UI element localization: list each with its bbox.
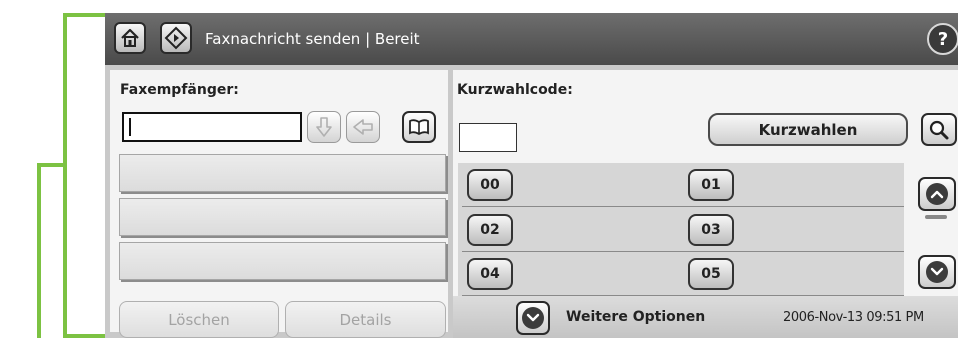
fax-recipient-label: Faxempfänger: xyxy=(120,82,239,98)
details-button[interactable]: Details xyxy=(285,301,446,338)
scroll-up-icon xyxy=(926,183,948,205)
move-left-button[interactable] xyxy=(346,111,380,143)
scrollbar-thumb[interactable] xyxy=(925,215,947,219)
recipient-row-3[interactable] xyxy=(119,242,446,280)
details-button-label: Details xyxy=(339,310,392,329)
delete-button-label: Löschen xyxy=(168,310,230,329)
search-button[interactable] xyxy=(921,113,957,146)
callout-line-secondary-top xyxy=(37,163,65,167)
recipient-row-2[interactable] xyxy=(119,198,446,236)
row-divider xyxy=(462,206,904,207)
scroll-down-button[interactable] xyxy=(918,255,956,289)
callout-line-secondary xyxy=(37,163,41,338)
fax-recipient-panel: Faxempfänger: Löschen Details xyxy=(110,70,448,338)
scroll-down-icon xyxy=(926,261,948,283)
callout-line-top xyxy=(63,13,105,17)
speed-dial-code-input[interactable] xyxy=(459,123,517,152)
speed-dial-panel: Kurzwahlcode: Kurzwahlen 00 01 02 03 04 … xyxy=(453,70,958,296)
speed-dial-code-text: 01 xyxy=(701,177,721,193)
kurzwahlen-button[interactable]: Kurzwahlen xyxy=(708,113,908,146)
speed-dial-code-button[interactable]: 01 xyxy=(688,169,734,201)
help-icon: ? xyxy=(937,28,949,50)
speed-dial-code-button[interactable]: 03 xyxy=(688,214,734,246)
more-options-label[interactable]: Weitere Optionen xyxy=(566,309,705,325)
screen-title: Faxnachricht senden | Bereit xyxy=(205,30,420,48)
speed-dial-code-button[interactable]: 02 xyxy=(467,214,513,246)
arrow-down-icon xyxy=(316,117,332,137)
speed-dial-code-button[interactable]: 05 xyxy=(688,258,734,290)
more-options-button[interactable] xyxy=(516,301,550,335)
home-icon xyxy=(121,28,139,47)
row-divider xyxy=(462,251,904,252)
magnifier-icon xyxy=(929,120,949,139)
chevron-down-icon xyxy=(522,307,544,329)
arrow-left-icon xyxy=(353,119,373,135)
speed-dial-code-text: 04 xyxy=(480,266,500,282)
speed-dial-list: 00 01 02 03 04 05 xyxy=(458,163,904,296)
callout-line-bottom xyxy=(63,334,105,338)
recipient-row-1[interactable] xyxy=(119,154,446,192)
speed-dial-code-button[interactable]: 00 xyxy=(467,169,513,201)
text-cursor xyxy=(129,118,131,136)
title-bar: Faxnachricht senden | Bereit ? xyxy=(105,13,958,65)
speed-dial-code-text: 00 xyxy=(480,177,500,193)
status-bar: Weitere Optionen 2006-Nov-13 09:51 PM xyxy=(453,296,958,338)
control-panel-screen: Faxnachricht senden | Bereit ? Faxempfän… xyxy=(105,13,958,338)
address-book-icon xyxy=(409,119,429,136)
speed-dial-code-text: 03 xyxy=(701,222,721,238)
diamond-start-icon xyxy=(164,26,188,50)
speed-dial-code-button[interactable]: 04 xyxy=(467,258,513,290)
callout-line-vertical xyxy=(63,13,67,338)
home-button[interactable] xyxy=(114,22,146,54)
datetime-display: 2006-Nov-13 09:51 PM xyxy=(783,310,924,325)
speed-dial-code-label: Kurzwahlcode: xyxy=(457,82,573,98)
address-book-button[interactable] xyxy=(402,111,436,143)
delete-button[interactable]: Löschen xyxy=(119,301,279,338)
speed-dial-code-text: 05 xyxy=(701,266,721,282)
kurzwahlen-label: Kurzwahlen xyxy=(758,120,858,139)
help-button[interactable]: ? xyxy=(927,23,958,55)
move-down-button[interactable] xyxy=(307,111,341,143)
fax-recipient-input[interactable] xyxy=(122,112,302,142)
speed-dial-code-text: 02 xyxy=(480,222,500,238)
scroll-up-button[interactable] xyxy=(918,177,956,211)
start-button[interactable] xyxy=(160,22,192,54)
